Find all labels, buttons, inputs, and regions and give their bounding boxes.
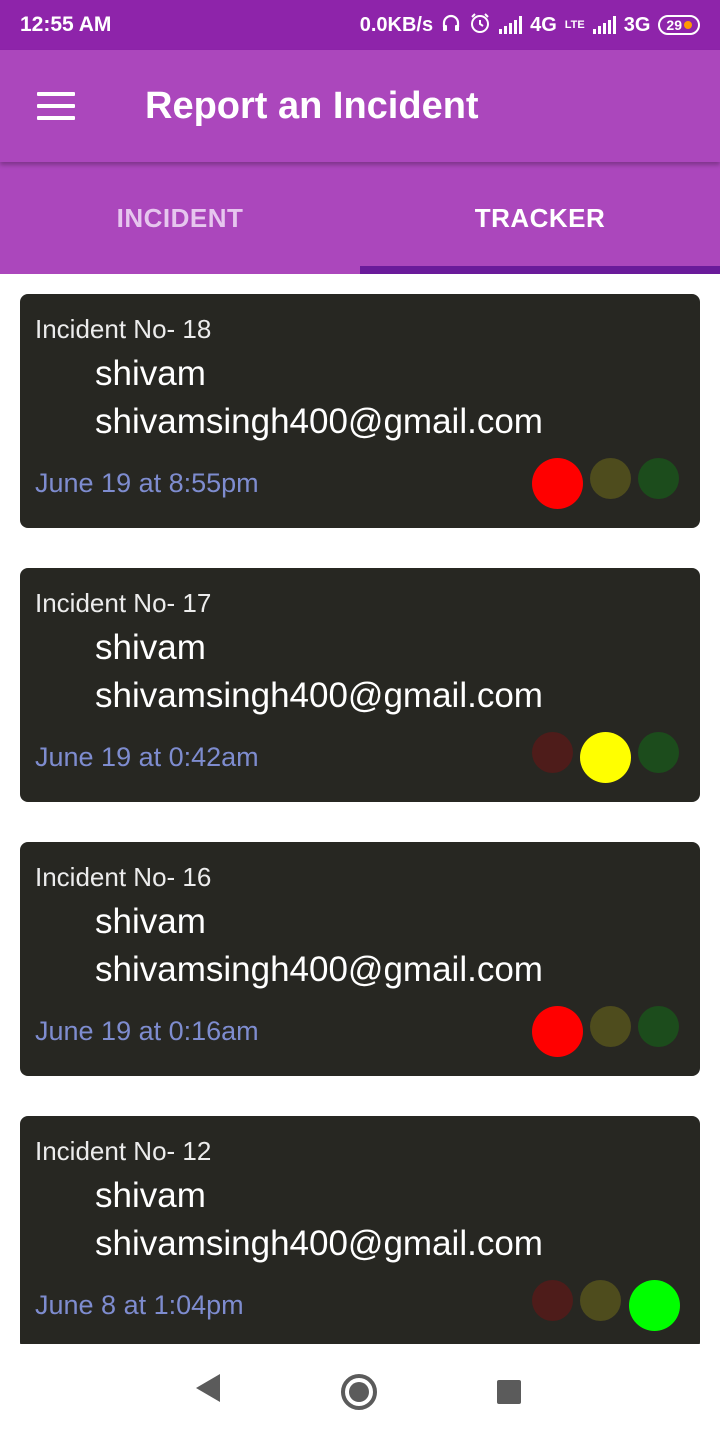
status-icons: 0.0KB/s 4G LTE 3G 29	[360, 12, 700, 39]
signal-icon	[499, 16, 523, 34]
yellow-light-icon	[590, 1006, 631, 1047]
reporter-email: shivamsingh400@gmail.com	[95, 950, 543, 989]
red-light-icon	[532, 732, 573, 773]
red-light-icon	[532, 1280, 573, 1321]
incident-card[interactable]: Incident No- 18 shivam shivamsingh400@gm…	[20, 294, 700, 528]
headphones-icon	[441, 13, 461, 38]
recents-square-icon[interactable]	[497, 1380, 521, 1404]
system-nav-bar	[0, 1344, 720, 1440]
incident-date: June 8 at 1:04pm	[35, 1290, 244, 1320]
status-lights	[532, 1280, 682, 1332]
green-light-icon	[638, 458, 679, 499]
volte-icon: LTE	[564, 19, 585, 31]
back-triangle-icon[interactable]	[196, 1374, 220, 1402]
reporter-name: shivam	[95, 628, 206, 667]
status-lights	[532, 732, 682, 784]
incident-number: Incident No- 12	[35, 1136, 212, 1166]
red-light-icon	[532, 458, 583, 509]
incident-number: Incident No- 17	[35, 588, 212, 618]
incident-date: June 19 at 0:42am	[35, 742, 259, 772]
incident-card[interactable]: Incident No- 12 shivam shivamsingh400@gm…	[20, 1116, 700, 1344]
yellow-light-icon	[590, 458, 631, 499]
yellow-light-icon	[580, 732, 631, 783]
incident-card[interactable]: Incident No- 16 shivam shivamsingh400@gm…	[20, 842, 700, 1076]
reporter-name: shivam	[95, 354, 206, 393]
green-light-icon	[629, 1280, 680, 1331]
network-1: 4G	[530, 13, 557, 36]
app-bar: Report an Incident	[0, 50, 720, 162]
status-bar: 12:55 AM 0.0KB/s 4G LTE 3G 29	[0, 0, 720, 50]
battery-level: 29	[666, 17, 682, 33]
home-circle-icon[interactable]	[341, 1374, 377, 1410]
net-speed: 0.0KB/s	[359, 13, 434, 36]
battery-icon: 29	[658, 15, 700, 35]
hamburger-icon[interactable]	[37, 92, 75, 120]
incident-list: Incident No- 18 shivam shivamsingh400@gm…	[0, 274, 720, 1344]
reporter-email: shivamsingh400@gmail.com	[95, 1224, 543, 1263]
tab-bar: INCIDENT TRACKER	[0, 162, 720, 274]
incident-number: Incident No- 18	[35, 314, 212, 344]
reporter-email: shivamsingh400@gmail.com	[95, 676, 543, 715]
page-title: Report an Incident	[145, 84, 479, 127]
yellow-light-icon	[580, 1280, 621, 1321]
reporter-name: shivam	[95, 902, 206, 941]
green-light-icon	[638, 732, 679, 773]
network-2: 3G	[623, 13, 651, 36]
status-lights	[532, 1006, 682, 1058]
status-time: 12:55 AM	[20, 13, 112, 36]
signal-icon-2	[592, 16, 616, 34]
tab-incident[interactable]: INCIDENT	[0, 162, 360, 274]
reporter-name: shivam	[95, 1176, 206, 1215]
incident-number: Incident No- 16	[35, 862, 212, 892]
incident-date: June 19 at 0:16am	[35, 1016, 259, 1046]
tab-tracker[interactable]: TRACKER	[360, 162, 720, 274]
incident-card[interactable]: Incident No- 17 shivam shivamsingh400@gm…	[20, 568, 700, 802]
incident-date: June 19 at 8:55pm	[35, 468, 259, 498]
green-light-icon	[638, 1006, 679, 1047]
alarm-icon	[469, 12, 491, 39]
status-lights	[532, 458, 682, 510]
reporter-email: shivamsingh400@gmail.com	[95, 402, 543, 441]
red-light-icon	[532, 1006, 583, 1057]
